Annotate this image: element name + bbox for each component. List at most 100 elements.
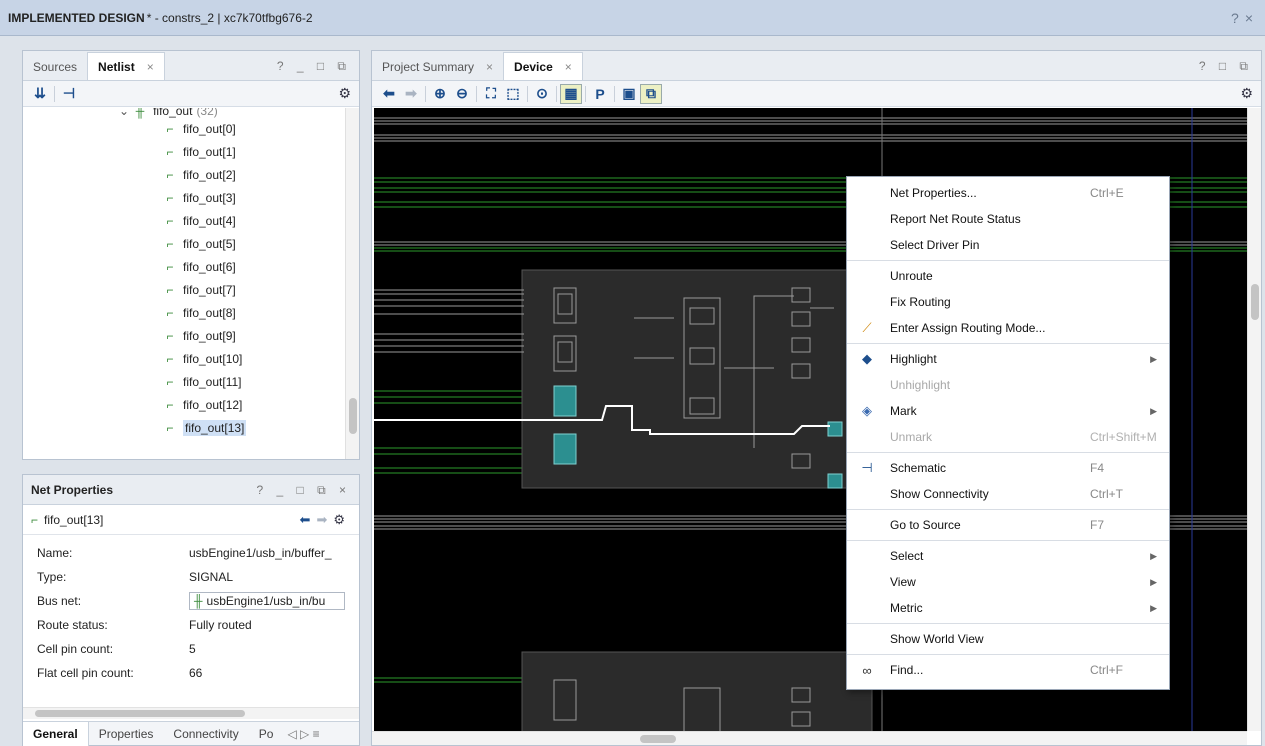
tree-item[interactable]: ⌐ fifo_out[7] <box>163 278 345 301</box>
menu-item-show-connectivity[interactable]: Show Connectivity Ctrl+T <box>847 481 1169 507</box>
close-tab-icon[interactable]: × <box>565 60 572 74</box>
menu-item-label: Select <box>890 549 924 563</box>
menu-separator <box>847 343 1169 344</box>
tree-item[interactable]: ⌐ fifo_out[2] <box>163 163 345 186</box>
design-subtitle: * - constrs_2 | xc7k70tfbg676-2 <box>146 10 313 25</box>
menu-item-unroute[interactable]: Unroute <box>847 263 1169 289</box>
tab-properties[interactable]: Properties <box>89 727 164 741</box>
net-icon: ⌐ <box>166 236 174 251</box>
show-cell-icon[interactable]: ▣ <box>618 84 640 104</box>
forward-arrow-icon[interactable]: ➡ <box>316 512 333 527</box>
scroll-thumb[interactable] <box>640 735 676 743</box>
tree-item-label: fifo_out[8] <box>183 305 236 320</box>
tree-item-label: fifo_out[4] <box>183 213 236 228</box>
close-icon[interactable]: × <box>1245 10 1259 26</box>
menu-item-label: Enter Assign Routing Mode... <box>890 321 1046 335</box>
schematic-icon[interactable]: ⊣ <box>58 84 80 104</box>
menu-item-show-world-view[interactable]: Show World View <box>847 626 1169 652</box>
device-vscrollbar[interactable] <box>1247 108 1261 731</box>
menu-item-metric[interactable]: Metric ▶ <box>847 595 1169 621</box>
tab-netlist[interactable]: Netlist × <box>87 52 165 80</box>
menu-separator <box>847 260 1169 261</box>
tree-item[interactable]: ⌐ fifo_out[10] <box>163 347 345 370</box>
tree-item[interactable]: ⌐ fifo_out[1] <box>163 140 345 163</box>
crosshair-icon[interactable]: ⊙ <box>531 84 553 104</box>
tab-nav-icons[interactable]: ◁ ▷ ≡ <box>287 727 319 741</box>
netlist-tree: ⌄ ╫ fifo_out (32) ⌐ fifo_out[0] ⌐ fifo_out[… <box>23 108 345 459</box>
tree-item[interactable]: ⌐ fifo_out[9] <box>163 324 345 347</box>
scroll-thumb[interactable] <box>35 710 245 717</box>
menu-item-enter-assign-routing-mode[interactable]: ⟋ Enter Assign Routing Mode... <box>847 315 1169 341</box>
net-icon: ⌐ <box>166 282 174 297</box>
tree-item[interactable]: ⌐ fifo_out[5] <box>163 232 345 255</box>
gear-icon[interactable]: ⚙ <box>338 85 351 102</box>
tab-general[interactable]: General <box>23 721 89 746</box>
tab-connectivity[interactable]: Connectivity <box>163 727 248 741</box>
gear-icon[interactable]: ⚙ <box>1240 85 1253 102</box>
tree-item[interactable]: ⌐ fifo_out[8] <box>163 301 345 324</box>
menu-item-select[interactable]: Select ▶ <box>847 543 1169 569</box>
zoom-fit-icon[interactable]: ⛶ <box>480 84 502 104</box>
forward-arrow-icon[interactable]: ➡ <box>400 84 422 104</box>
close-tab-icon[interactable]: × <box>486 60 493 74</box>
tree-item[interactable]: ⌐ fifo_out[0] <box>163 117 345 140</box>
tree-item[interactable]: ⌐ fifo_out[4] <box>163 209 345 232</box>
menu-item-view[interactable]: View ▶ <box>847 569 1169 595</box>
window-title-bar: IMPLEMENTED DESIGN * - constrs_2 | xc7k7… <box>0 0 1265 36</box>
properties-hscrollbar[interactable] <box>23 707 359 719</box>
tab-power[interactable]: Po <box>249 727 284 741</box>
menu-item-report-net-route-status[interactable]: Report Net Route Status <box>847 206 1169 232</box>
zoom-in-icon[interactable]: ⊕ <box>429 84 451 104</box>
tree-item[interactable]: ⌐ fifo_out[6] <box>163 255 345 278</box>
tree-item-label: fifo_out[6] <box>183 259 236 274</box>
zoom-out-icon[interactable]: ⊖ <box>451 84 473 104</box>
design-title: IMPLEMENTED DESIGN <box>8 10 145 25</box>
menu-item-select-driver-pin[interactable]: Select Driver Pin <box>847 232 1169 258</box>
back-arrow-icon[interactable]: ⬅ <box>300 512 317 527</box>
scroll-thumb[interactable] <box>1251 284 1259 320</box>
gear-icon[interactable]: ⚙ <box>333 512 351 527</box>
back-arrow-icon[interactable]: ⬅ <box>378 84 400 104</box>
tree-item-label: fifo_out[7] <box>183 282 236 297</box>
collapse-all-icon[interactable]: ⇊ <box>29 84 51 104</box>
tab-sources[interactable]: Sources <box>23 54 87 80</box>
submenu-arrow-icon: ▶ <box>1150 353 1157 364</box>
autofit-selection-icon[interactable]: ⧉ <box>640 83 662 104</box>
selected-net-name: fifo_out[13] <box>44 512 104 527</box>
menu-item-mark[interactable]: ◈ Mark ▶ <box>847 398 1169 424</box>
device-tabbar: Project Summary × Device × ? □ ⧉ <box>372 51 1261 81</box>
menu-item-fix-routing[interactable]: Fix Routing <box>847 289 1169 315</box>
panel-window-buttons[interactable]: ? □ ⧉ <box>1199 59 1253 74</box>
menu-item-label: Unhighlight <box>890 378 951 392</box>
tree-item[interactable]: ⌐ fifo_out[3] <box>163 186 345 209</box>
menu-item-schematic[interactable]: ⊣ Schematic F4 <box>847 455 1169 481</box>
menu-item-shortcut: F7 <box>1090 518 1105 532</box>
device-hscrollbar[interactable] <box>372 731 1247 745</box>
tab-project-summary[interactable]: Project Summary × <box>372 54 503 80</box>
tab-device[interactable]: Device × <box>503 52 583 80</box>
netlist-scrollbar[interactable] <box>345 108 359 459</box>
tree-item[interactable]: ⌐ fifo_out[12] <box>163 393 345 416</box>
chevron-down-icon[interactable]: ⌄ <box>119 108 129 118</box>
panel-window-buttons[interactable]: ? _ □ ⧉ × <box>256 483 351 498</box>
tree-item[interactable]: ⌐ fifo_out[13] <box>163 416 345 439</box>
mark-icon: ◈ <box>862 403 872 418</box>
net-icon: ⌐ <box>166 121 174 136</box>
title-controls: ?× <box>1231 10 1259 26</box>
scroll-thumb[interactable] <box>349 398 357 434</box>
close-tab-icon[interactable]: × <box>147 60 154 74</box>
toolbar-divider <box>614 85 615 102</box>
zoom-selection-icon[interactable]: ⬚ <box>502 84 524 104</box>
menu-item-highlight[interactable]: ◆ Highlight ▶ <box>847 346 1169 372</box>
menu-item-net-properties[interactable]: Net Properties... Ctrl+E <box>847 180 1169 206</box>
panel-window-buttons[interactable]: ? _ □ ⧉ <box>277 59 351 74</box>
routing-resources-icon[interactable]: ▦ <box>560 83 582 104</box>
bus-net-link[interactable]: ╫ usbEngine1/usb_in/bu <box>189 592 345 610</box>
history-nav[interactable]: ⬅➡⚙ <box>300 512 351 528</box>
menu-item-find[interactable]: ∞ Find... Ctrl+F <box>847 657 1169 683</box>
menu-item-unmark: Unmark Ctrl+Shift+M <box>847 424 1169 450</box>
help-icon[interactable]: ? <box>1231 10 1245 26</box>
place-pblock-icon[interactable]: P <box>589 84 611 104</box>
menu-item-go-to-source[interactable]: Go to Source F7 <box>847 512 1169 538</box>
tree-item[interactable]: ⌐ fifo_out[11] <box>163 370 345 393</box>
